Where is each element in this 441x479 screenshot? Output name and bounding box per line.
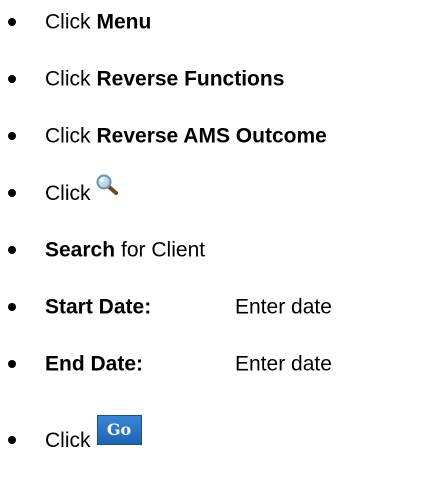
step-prefix: Click [45,67,91,91]
search-icon [95,174,119,196]
reverse-ams-outcome-label: Reverse AMS Outcome [96,124,327,148]
bullet [8,132,16,140]
step-prefix: Click [45,428,91,452]
step-text: Click Menu [45,12,151,33]
bullet [8,18,16,26]
bullet [8,360,16,368]
step-text: Click Go [45,415,142,455]
bullet [8,303,16,311]
step-text: Click Reverse AMS Outcome [45,126,327,147]
step-suffix: for Client [121,238,206,262]
bullet [8,189,16,197]
search-label: Search [45,238,116,262]
reverse-functions-label: Reverse Functions [96,67,285,91]
bullet [8,246,16,254]
step-prefix: Click [45,181,91,205]
step-text: Click Reverse Functions [45,69,284,90]
step-prefix: Click [45,124,91,148]
bullet [8,75,16,83]
step-text: End Date: Enter date [45,354,332,375]
end-date-value: Enter date [235,352,332,376]
go-button: Go [96,415,142,445]
start-date-label: Start Date: [45,295,152,319]
menu-label: Menu [96,10,152,34]
step-text: Start Date: Enter date [45,297,332,318]
bullet [8,436,16,444]
step-text: Click [45,174,119,205]
end-date-label: End Date: [45,352,144,376]
step-prefix: Click [45,10,91,34]
step-text: Search for Client [45,240,205,261]
start-date-value: Enter date [235,295,332,319]
